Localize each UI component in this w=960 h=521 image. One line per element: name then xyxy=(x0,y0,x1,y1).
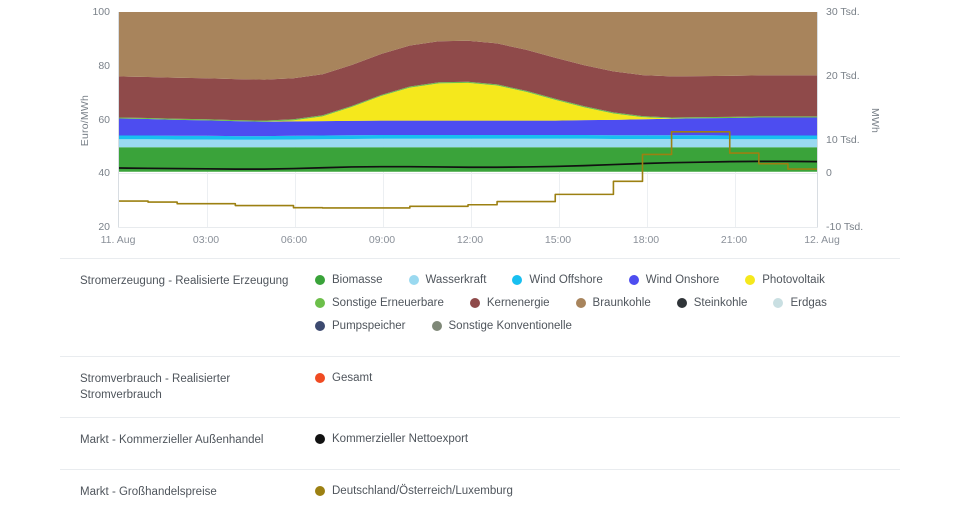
legend-color-dot-icon xyxy=(315,373,325,383)
xtick-3: 09:00 xyxy=(368,234,396,246)
legend-item-label: Sonstige Konventionelle xyxy=(448,320,572,332)
legend-items: Kommerzieller Nettoexport xyxy=(315,432,900,455)
legend-row: Markt - Kommerzieller Außenhandel Kommerz… xyxy=(60,417,900,469)
ytick-right-0: 30 Tsd. xyxy=(826,6,860,18)
legend-item-label: Wind Offshore xyxy=(529,274,603,286)
xtick-2: 06:00 xyxy=(280,234,308,246)
legend-item[interactable]: Wasserkraft xyxy=(408,273,487,287)
y-axis-left-title: Euro/MWh xyxy=(79,95,91,147)
chart-legend: Stromerzeugung - Realisierte Erzeugung Bi… xyxy=(60,258,900,521)
ytick-right-1: 20 Tsd. xyxy=(826,70,860,82)
legend-item[interactable]: Wind Offshore xyxy=(512,273,603,287)
legend-items: Deutschland/Österreich/Luxemburg xyxy=(315,484,900,507)
xtick-0: 11. Aug xyxy=(100,234,136,246)
ytick-left-1: 80 xyxy=(98,59,110,72)
energy-chart-page: 100 80 60 40 20 30 Tsd. 20 Tsd. 10 Tsd. … xyxy=(0,0,960,517)
ytick-left-0: 100 xyxy=(92,6,110,18)
legend-item-label: Sonstige Erneuerbare xyxy=(332,297,444,309)
legend-item[interactable]: Kernenergie xyxy=(469,296,550,310)
legend-color-dot-icon xyxy=(512,275,523,285)
legend-item[interactable]: Kommerzieller Nettoexport xyxy=(315,432,468,446)
ytick-right-4: -10 Tsd. xyxy=(826,221,864,233)
legend-item-label: Pumpspeicher xyxy=(332,320,406,332)
legend-row-label: Stromerzeugung - Realisierte Erzeugung xyxy=(80,275,289,287)
legend-item-label: Biomasse xyxy=(332,274,383,286)
legend-color-dot-icon xyxy=(773,298,784,308)
legend-items: Biomasse Wasserkraft Wind Offshore Wind Ons… xyxy=(315,273,900,342)
area-series-biomasse xyxy=(119,147,817,172)
legend-item-label: Steinkohle xyxy=(693,297,748,309)
legend-item[interactable]: Wind Onshore xyxy=(628,273,720,287)
legend-item[interactable]: Sonstige Konventionelle xyxy=(431,319,572,333)
area-series-wasserkraft xyxy=(119,138,817,148)
legend-item[interactable]: Biomasse xyxy=(315,273,383,287)
legend-color-dot-icon xyxy=(431,321,442,331)
legend-color-dot-icon xyxy=(315,486,325,496)
legend-item-label: Kommerzieller Nettoexport xyxy=(332,433,469,445)
xtick-1: 03:00 xyxy=(192,234,220,246)
ytick-left-4: 20 xyxy=(98,221,110,233)
xtick-6: 18:00 xyxy=(632,234,660,246)
legend-color-dot-icon xyxy=(745,275,756,285)
legend-item-label: Wind Onshore xyxy=(645,274,720,286)
legend-color-dot-icon xyxy=(408,275,419,285)
legend-item-label: Kernenergie xyxy=(486,297,550,309)
ytick-right-2: 10 Tsd. xyxy=(826,134,860,146)
legend-item[interactable]: Pumpspeicher xyxy=(315,319,406,333)
chart-area: 100 80 60 40 20 30 Tsd. 20 Tsd. 10 Tsd. … xyxy=(0,0,960,258)
legend-item-label: Erdgas xyxy=(790,297,827,309)
legend-item[interactable]: Erdgas xyxy=(773,296,827,310)
legend-row-label: Stromverbrauch - Realisierter Stromverbr… xyxy=(80,373,231,401)
plot-canvas xyxy=(118,12,818,227)
legend-item-label: Braunkohle xyxy=(592,297,651,309)
legend-row-label: Markt - Großhandelspreise xyxy=(80,486,217,498)
legend-color-dot-icon xyxy=(315,275,325,285)
xtick-5: 15:00 xyxy=(544,234,572,246)
legend-row-label: Markt - Kommerzieller Außenhandel xyxy=(80,434,264,446)
legend-row: Stromerzeugung - Realisierte Erzeugung Bi… xyxy=(60,258,900,356)
ytick-left-3: 40 xyxy=(98,167,110,180)
y-axis-right-title: MWh xyxy=(869,108,881,134)
legend-item-label: Wasserkraft xyxy=(425,274,487,286)
ytick-right-3: 0 xyxy=(826,167,832,179)
gridline-20 xyxy=(118,227,818,228)
legend-item[interactable]: Sonstige Erneuerbare xyxy=(315,296,444,310)
legend-item[interactable]: Photovoltaik xyxy=(745,273,825,287)
legend-color-dot-icon xyxy=(469,298,480,308)
legend-item-label: Gesamt xyxy=(332,372,373,384)
legend-item-label: Photovoltaik xyxy=(762,274,825,286)
legend-color-dot-icon xyxy=(575,298,586,308)
legend-color-dot-icon xyxy=(315,298,325,308)
chart-svg xyxy=(119,12,817,209)
legend-color-dot-icon xyxy=(676,298,687,308)
xtick-8: 12. Aug xyxy=(804,234,840,246)
xtick-4: 12:00 xyxy=(456,234,484,246)
legend-item[interactable]: Steinkohle xyxy=(676,296,748,310)
xtick-7: 21:00 xyxy=(720,234,748,246)
legend-item[interactable]: Braunkohle xyxy=(575,296,651,310)
legend-row: Markt - Großhandelspreise Deutschland/Öst… xyxy=(60,469,900,521)
legend-item-label: Deutschland/Österreich/Luxemburg xyxy=(332,485,513,497)
legend-item[interactable]: Gesamt xyxy=(315,371,372,385)
legend-color-dot-icon xyxy=(315,434,325,444)
legend-color-dot-icon xyxy=(315,321,325,331)
legend-item[interactable]: Deutschland/Österreich/Luxemburg xyxy=(315,484,513,498)
legend-color-dot-icon xyxy=(628,275,639,285)
legend-row: Stromverbrauch - Realisierter Stromverbr… xyxy=(60,356,900,417)
legend-items: Gesamt xyxy=(315,371,900,394)
